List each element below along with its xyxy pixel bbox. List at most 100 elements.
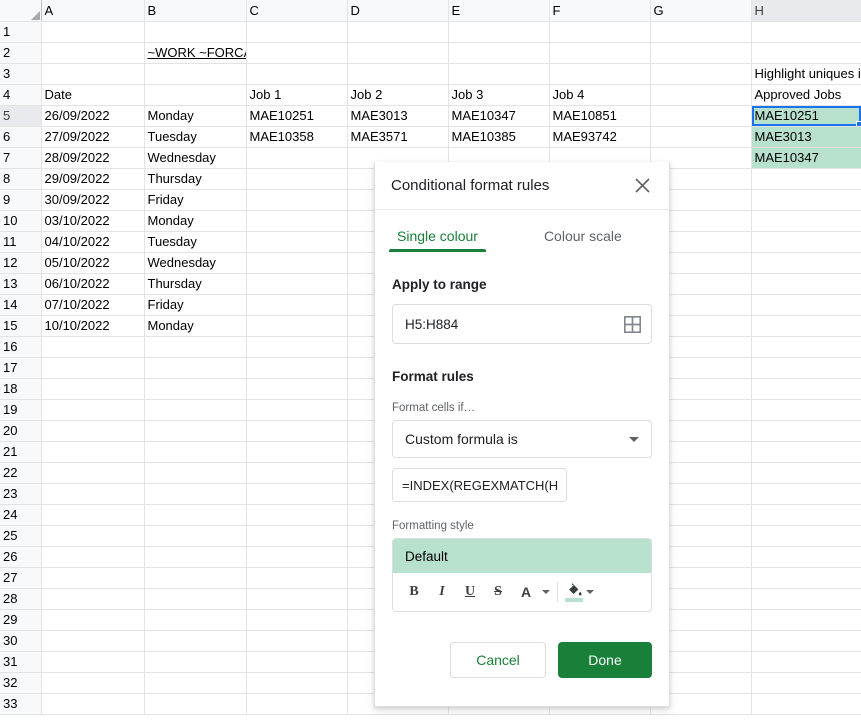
cell-C3[interactable] xyxy=(246,63,348,85)
cell-H22[interactable] xyxy=(751,462,861,484)
cell-F3[interactable] xyxy=(549,63,651,85)
cell-H9[interactable] xyxy=(751,189,861,211)
cell-B16[interactable] xyxy=(144,336,247,358)
underline-button[interactable]: U xyxy=(457,579,483,605)
column-header-d[interactable]: D xyxy=(347,0,449,22)
cell-B15[interactable]: Monday xyxy=(144,315,247,337)
cell-G1[interactable] xyxy=(650,21,752,43)
custom-formula-input[interactable]: =INDEX(REGEXMATCH(H xyxy=(392,468,567,502)
column-header-h[interactable]: H xyxy=(751,0,861,22)
cell-B2[interactable]: ~WORK ~FORCAST xyxy=(144,42,247,64)
row-header-30[interactable]: 30 xyxy=(0,630,42,652)
cell-H10[interactable] xyxy=(751,210,861,232)
cell-B3[interactable] xyxy=(144,63,247,85)
cell-C20[interactable] xyxy=(246,420,348,442)
cell-A13[interactable]: 06/10/2022 xyxy=(41,273,145,295)
cell-B19[interactable] xyxy=(144,399,247,421)
cell-C32[interactable] xyxy=(246,672,348,694)
cell-A19[interactable] xyxy=(41,399,145,421)
grid-picker-icon[interactable] xyxy=(624,315,641,333)
cell-C9[interactable] xyxy=(246,189,348,211)
cell-H32[interactable] xyxy=(751,672,861,694)
cell-H27[interactable] xyxy=(751,567,861,589)
cell-H1[interactable] xyxy=(751,21,861,43)
cell-A2[interactable] xyxy=(41,42,145,64)
row-header-17[interactable]: 17 xyxy=(0,357,42,379)
cell-A33[interactable] xyxy=(41,693,145,715)
cell-C28[interactable] xyxy=(246,588,348,610)
cell-C21[interactable] xyxy=(246,441,348,463)
cell-A32[interactable] xyxy=(41,672,145,694)
cell-A29[interactable] xyxy=(41,609,145,631)
cell-A6[interactable]: 27/09/2022 xyxy=(41,126,145,148)
cell-C27[interactable] xyxy=(246,567,348,589)
cell-A23[interactable] xyxy=(41,483,145,505)
cell-F1[interactable] xyxy=(549,21,651,43)
cell-B12[interactable]: Wednesday xyxy=(144,252,247,274)
row-header-25[interactable]: 25 xyxy=(0,525,42,547)
cell-H16[interactable] xyxy=(751,336,861,358)
row-header-31[interactable]: 31 xyxy=(0,651,42,673)
cell-H2[interactable] xyxy=(751,42,861,64)
cell-A16[interactable] xyxy=(41,336,145,358)
row-header-28[interactable]: 28 xyxy=(0,588,42,610)
row-header-29[interactable]: 29 xyxy=(0,609,42,631)
cell-D6[interactable]: MAE3571 xyxy=(347,126,449,148)
cell-D3[interactable] xyxy=(347,63,449,85)
cell-B33[interactable] xyxy=(144,693,247,715)
cell-A1[interactable] xyxy=(41,21,145,43)
cell-B4[interactable] xyxy=(144,84,247,106)
cell-C5[interactable]: MAE10251 xyxy=(246,105,348,127)
cell-A20[interactable] xyxy=(41,420,145,442)
cell-C14[interactable] xyxy=(246,294,348,316)
cell-D1[interactable] xyxy=(347,21,449,43)
row-header-26[interactable]: 26 xyxy=(0,546,42,568)
cell-B5[interactable]: Monday xyxy=(144,105,247,127)
cell-C29[interactable] xyxy=(246,609,348,631)
row-header-12[interactable]: 12 xyxy=(0,252,42,274)
cell-B7[interactable]: Wednesday xyxy=(144,147,247,169)
cell-C11[interactable] xyxy=(246,231,348,253)
cell-H17[interactable] xyxy=(751,357,861,379)
cell-C15[interactable] xyxy=(246,315,348,337)
cell-C7[interactable] xyxy=(246,147,348,169)
cell-A5[interactable]: 26/09/2022 xyxy=(41,105,145,127)
cell-H26[interactable] xyxy=(751,546,861,568)
column-header-f[interactable]: F xyxy=(549,0,651,22)
row-header-13[interactable]: 13 xyxy=(0,273,42,295)
column-header-b[interactable]: B xyxy=(144,0,247,22)
row-header-24[interactable]: 24 xyxy=(0,504,42,526)
row-header-20[interactable]: 20 xyxy=(0,420,42,442)
cell-D2[interactable] xyxy=(347,42,449,64)
cell-B23[interactable] xyxy=(144,483,247,505)
tab-colour-scale[interactable]: Colour scale xyxy=(532,222,634,252)
select-all-corner[interactable] xyxy=(0,0,42,22)
row-header-6[interactable]: 6 xyxy=(0,126,42,148)
cell-A22[interactable] xyxy=(41,462,145,484)
cell-C23[interactable] xyxy=(246,483,348,505)
cell-H5[interactable]: MAE10251 xyxy=(751,105,861,127)
cell-B14[interactable]: Friday xyxy=(144,294,247,316)
row-header-8[interactable]: 8 xyxy=(0,168,42,190)
cell-A4[interactable]: Date xyxy=(41,84,145,106)
cell-E2[interactable] xyxy=(448,42,550,64)
cell-B13[interactable]: Thursday xyxy=(144,273,247,295)
cell-C30[interactable] xyxy=(246,630,348,652)
cell-B6[interactable]: Tuesday xyxy=(144,126,247,148)
cell-H4[interactable]: Approved Jobs xyxy=(751,84,861,106)
fill-colour-button[interactable] xyxy=(565,582,583,602)
cell-B32[interactable] xyxy=(144,672,247,694)
cell-C31[interactable] xyxy=(246,651,348,673)
cell-H29[interactable] xyxy=(751,609,861,631)
cell-A8[interactable]: 29/09/2022 xyxy=(41,168,145,190)
row-header-9[interactable]: 9 xyxy=(0,189,42,211)
row-header-7[interactable]: 7 xyxy=(0,147,42,169)
column-header-a[interactable]: A xyxy=(41,0,145,22)
close-icon[interactable] xyxy=(631,175,653,197)
cell-C22[interactable] xyxy=(246,462,348,484)
cell-A31[interactable] xyxy=(41,651,145,673)
cell-C8[interactable] xyxy=(246,168,348,190)
cell-C2[interactable] xyxy=(246,42,348,64)
cell-E1[interactable] xyxy=(448,21,550,43)
cell-F2[interactable] xyxy=(549,42,651,64)
